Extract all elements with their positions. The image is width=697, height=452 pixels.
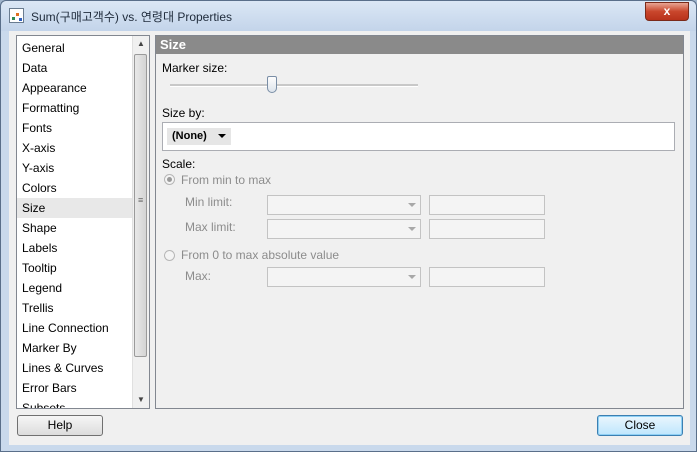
from-min-to-max-label: From min to max <box>181 173 272 187</box>
max-dropdown[interactable] <box>267 267 421 287</box>
max-limit-dropdown[interactable] <box>267 219 421 239</box>
scatter-plot-icon <box>9 8 24 23</box>
sidebar-item-shape[interactable]: Shape <box>17 218 133 238</box>
close-button[interactable]: Close <box>597 415 683 436</box>
from-zero-label: From 0 to max absolute value <box>181 248 340 262</box>
category-list-scrollbar[interactable]: ▲ ≡ ▼ <box>132 36 149 408</box>
size-by-value: (None) <box>172 130 207 142</box>
radio-dot-icon <box>167 177 172 182</box>
sidebar-item-lines-curves[interactable]: Lines & Curves <box>17 358 133 378</box>
min-limit-label: Min limit: <box>185 195 233 209</box>
title-bar[interactable]: Sum(구매고객수) vs. 연령대 Properties x <box>1 1 696 31</box>
max-input[interactable] <box>429 267 545 287</box>
size-by-field[interactable]: (None) <box>162 122 675 151</box>
sidebar-item-fonts[interactable]: Fonts <box>17 118 133 138</box>
size-settings-panel: Size Marker size: Size by: (None) Scale:… <box>155 35 684 409</box>
sidebar-item-labels[interactable]: Labels <box>17 238 133 258</box>
sidebar-item-line-connection[interactable]: Line Connection <box>17 318 133 338</box>
properties-dialog: Sum(구매고객수) vs. 연령대 Properties x General D… <box>0 0 697 452</box>
sidebar-item-general[interactable]: General <box>17 38 133 58</box>
max-limit-label: Max limit: <box>185 220 236 234</box>
sidebar-item-x-axis[interactable]: X-axis <box>17 138 133 158</box>
max-label: Max: <box>185 269 212 283</box>
grip-icon: ≡ <box>138 195 144 205</box>
max-limit-input[interactable] <box>429 219 545 239</box>
min-limit-dropdown[interactable] <box>267 195 421 215</box>
min-limit-input[interactable] <box>429 195 545 215</box>
category-list[interactable]: General Data Appearance Formatting Fonts X-ax… <box>16 35 150 409</box>
sidebar-item-y-axis[interactable]: Y-axis <box>17 158 133 178</box>
chevron-down-icon <box>408 203 416 207</box>
sidebar-item-colors[interactable]: Colors <box>17 178 133 198</box>
marker-size-slider-track[interactable] <box>170 84 418 87</box>
sidebar-item-formatting[interactable]: Formatting <box>17 98 133 118</box>
sidebar-item-legend[interactable]: Legend <box>17 278 133 298</box>
size-by-dropdown[interactable]: (None) <box>167 128 231 145</box>
help-button[interactable]: Help <box>17 415 103 436</box>
scale-label: Scale: <box>162 157 196 171</box>
chevron-down-icon <box>408 275 416 279</box>
scroll-up-arrow-icon[interactable]: ▲ <box>133 36 149 52</box>
panel-header: Size <box>156 36 683 54</box>
chevron-down-icon <box>408 227 416 231</box>
scroll-down-arrow-icon[interactable]: ▼ <box>133 392 149 408</box>
dialog-client-area: General Data Appearance Formatting Fonts X-ax… <box>9 31 690 445</box>
sidebar-item-subsets[interactable]: Subsets <box>17 398 133 408</box>
from-min-to-max-radio[interactable] <box>164 174 175 185</box>
window-title: Sum(구매고객수) vs. 연령대 Properties <box>31 10 233 24</box>
sidebar-item-trellis[interactable]: Trellis <box>17 298 133 318</box>
sidebar-item-tooltip[interactable]: Tooltip <box>17 258 133 278</box>
size-by-label: Size by: <box>162 106 205 120</box>
window-close-button[interactable]: x <box>645 2 689 21</box>
from-zero-radio[interactable] <box>164 250 175 261</box>
scrollbar-thumb[interactable]: ≡ <box>134 54 147 357</box>
chevron-down-icon <box>218 134 226 138</box>
sidebar-item-data[interactable]: Data <box>17 58 133 78</box>
marker-size-label: Marker size: <box>162 61 228 75</box>
sidebar-item-marker-by[interactable]: Marker By <box>17 338 133 358</box>
sidebar-item-appearance[interactable]: Appearance <box>17 78 133 98</box>
sidebar-item-size[interactable]: Size <box>17 198 133 218</box>
sidebar-item-error-bars[interactable]: Error Bars <box>17 378 133 398</box>
marker-size-slider-thumb[interactable] <box>266 76 277 93</box>
